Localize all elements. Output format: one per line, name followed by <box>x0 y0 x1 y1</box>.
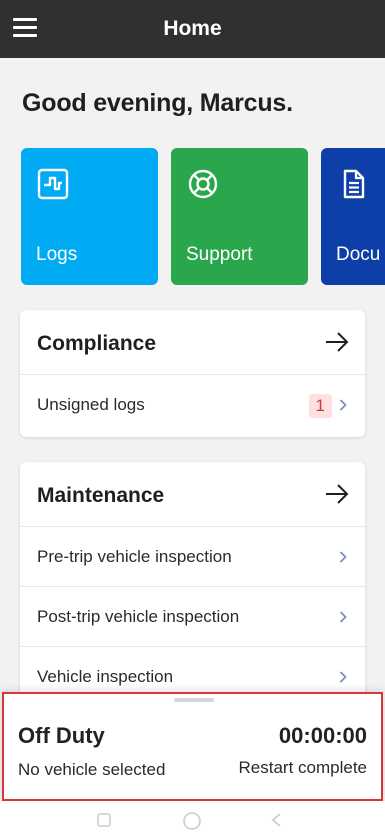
chevron-right-icon <box>339 671 347 683</box>
quick-action-tiles: Logs Support Docu <box>0 148 385 285</box>
drag-handle[interactable] <box>174 698 214 702</box>
list-item-label: Pre-trip vehicle inspection <box>37 547 232 566</box>
tile-support[interactable]: Support <box>171 148 308 285</box>
tile-logs[interactable]: Logs <box>21 148 158 285</box>
tile-support-label: Support <box>186 244 253 265</box>
top-app-bar: Home <box>0 0 385 58</box>
tile-logs-label: Logs <box>36 244 78 265</box>
compliance-card: Compliance Unsigned logs 1 <box>20 310 365 437</box>
chevron-right-icon <box>339 551 347 563</box>
arrow-right-icon <box>326 332 349 352</box>
pre-trip-inspection-row[interactable]: Pre-trip vehicle inspection <box>20 527 365 587</box>
vehicle-status: No vehicle selected <box>18 760 166 779</box>
tile-documents-label: Docu <box>336 244 381 265</box>
count-badge: 1 <box>308 394 332 418</box>
list-item-label: Vehicle inspection <box>37 667 174 686</box>
list-item-label: Unsigned logs <box>37 395 145 414</box>
back-icon[interactable] <box>268 811 286 829</box>
compliance-title: Compliance <box>37 332 157 355</box>
page-title: Home <box>163 17 222 40</box>
maintenance-header[interactable]: Maintenance <box>20 462 365 527</box>
duty-status-panel[interactable]: Off Duty 00:00:00 No vehicle selected Re… <box>2 692 383 801</box>
unsigned-logs-row[interactable]: Unsigned logs 1 <box>20 375 365 435</box>
chevron-right-icon <box>339 399 347 411</box>
document-icon <box>343 169 365 199</box>
tile-documents[interactable]: Docu <box>321 148 385 285</box>
maintenance-card: Maintenance Pre-trip vehicle inspection … <box>20 462 365 702</box>
duty-status: Off Duty <box>18 723 105 748</box>
post-trip-inspection-row[interactable]: Post-trip vehicle inspection <box>20 587 365 647</box>
greeting-text: Good evening, Marcus. <box>22 89 293 117</box>
maintenance-title: Maintenance <box>37 484 165 507</box>
list-item-label: Post-trip vehicle inspection <box>37 607 240 626</box>
logs-icon <box>37 168 69 200</box>
home-circle-icon[interactable] <box>182 811 202 831</box>
compliance-header[interactable]: Compliance <box>20 310 365 375</box>
restart-status: Restart complete <box>238 758 368 777</box>
system-navigation-bar <box>0 801 385 840</box>
duty-timer: 00:00:00 <box>278 723 367 748</box>
arrow-right-icon <box>326 484 349 504</box>
chevron-right-icon <box>339 611 347 623</box>
recent-apps-icon[interactable] <box>95 811 113 829</box>
lifebuoy-icon <box>188 169 218 199</box>
